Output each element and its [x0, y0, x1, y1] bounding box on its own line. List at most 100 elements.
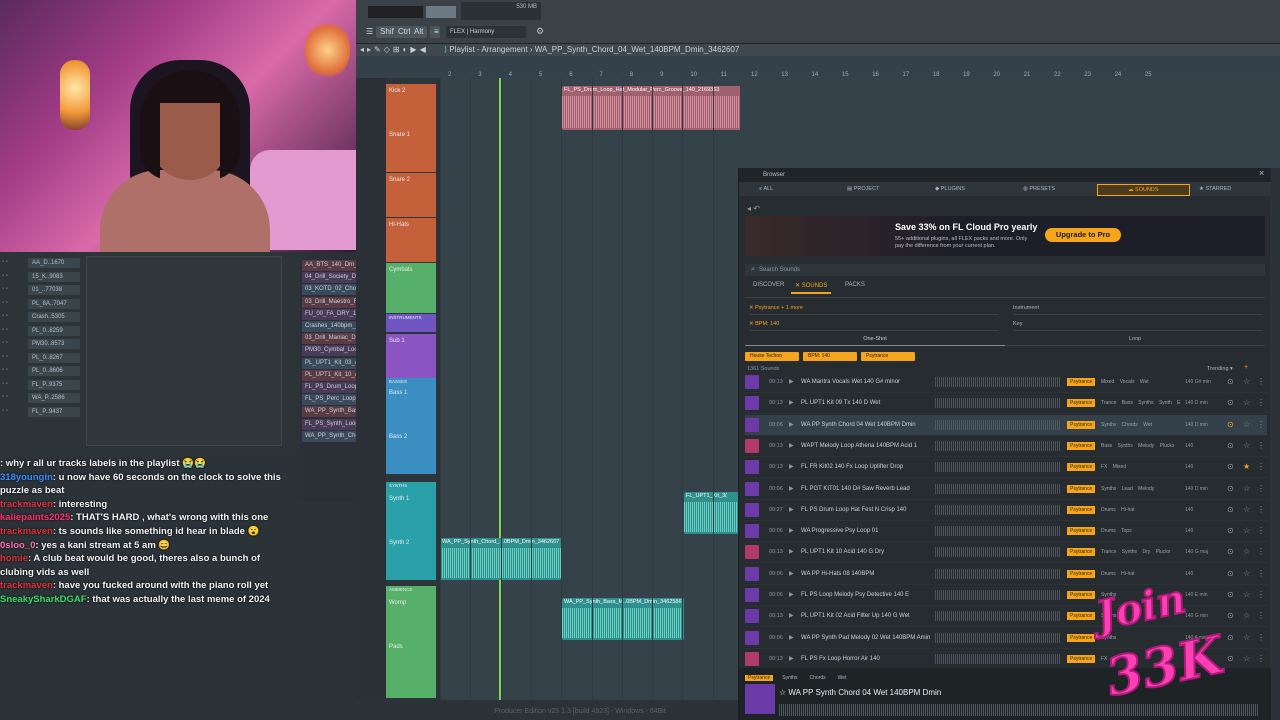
download-icon[interactable]: ⊙ [1227, 484, 1234, 493]
chat-username[interactable]: trackmaven [0, 580, 53, 591]
browser-tab[interactable]: ◍ PRESETS [1023, 184, 1055, 194]
track-header[interactable]: Synth 1 [386, 492, 436, 536]
sound-name[interactable]: WA Progressive Psy Loop 01 [801, 528, 878, 534]
player-tag[interactable]: Chords [807, 675, 829, 681]
mixer-insert[interactable]: FL_P..9437 [28, 406, 80, 417]
track-header[interactable]: Kick 2 [386, 84, 436, 128]
mixer-slot-icon[interactable]: ▫ ▫ [2, 354, 26, 362]
more-icon[interactable]: ⋮ [1257, 505, 1265, 514]
mixer-slot-icon[interactable]: ▫ ▫ [2, 327, 26, 335]
tab-discover[interactable]: DISCOVER [753, 282, 784, 288]
playlist-grid[interactable]: FL_PS_Drum_Loop_Hat_Modular_Perc_Groove_… [440, 78, 802, 700]
browser-tab[interactable]: ≡ ALL [759, 184, 773, 194]
download-icon[interactable]: ⊙ [1227, 377, 1234, 386]
menu-icon[interactable]: ≡ [430, 26, 440, 38]
instrument-filter[interactable]: Instrument [1013, 305, 1263, 315]
star-icon[interactable]: ☆ [1243, 377, 1250, 386]
star-icon[interactable]: ☆ [1243, 611, 1250, 620]
browser-tab[interactable]: ☁ SOUNDS [1097, 184, 1190, 196]
loop-toggle[interactable]: Loop [1005, 336, 1265, 346]
mixer-insert[interactable]: PL_8A..7047 [28, 298, 80, 309]
genre-tag[interactable]: Psytrance [1067, 463, 1096, 472]
sound-row[interactable]: 00:06 ▶ WA PP Hi-Hats 08 140BPM Psytrance Dr… [745, 564, 1267, 585]
player-tag[interactable]: Synths [779, 675, 800, 681]
sound-row[interactable]: 00:13 ▶ PL UPT1 Kit 09 Tx 140 D Wet Psytran… [745, 393, 1267, 415]
sound-name[interactable]: FL PS Drum Loop Hat Fest N Crisp 140 [801, 507, 906, 513]
sound-row[interactable]: 00:06 ▶ FL PGT KIT01 140 D# Saw Reverb Lea… [745, 479, 1267, 500]
play-icon[interactable]: ▶ [789, 591, 794, 598]
more-icon[interactable]: ⋮ [1257, 633, 1265, 642]
sound-name[interactable]: FL PGT KIT01 140 D# Saw Reverb Lead [801, 486, 910, 492]
sound-name[interactable]: PL UPT1 Kit 10 Acid 140 G Dry [801, 549, 884, 555]
mixer-insert[interactable]: PL_0..8259 [28, 325, 80, 336]
sound-name[interactable]: WA PP Synth Pad Melody 02 Wet 140BPM Ami… [801, 635, 930, 641]
close-icon[interactable]: × [1259, 168, 1264, 178]
track-header[interactable]: Snare 1 [386, 128, 436, 172]
more-icon[interactable]: ⋮ [1257, 611, 1265, 620]
mixer-insert[interactable]: FL_P..9375 [28, 379, 80, 390]
download-icon[interactable]: ⊙ [1227, 441, 1234, 450]
download-icon[interactable]: ⊙ [1227, 462, 1234, 471]
sound-name[interactable]: WA Mantra Vocals Wet 140 G# minor [801, 379, 900, 385]
play-icon[interactable]: ▶ [789, 612, 794, 619]
more-icon[interactable]: ⋮ [1257, 526, 1265, 535]
sound-name[interactable]: WAPT Melody Loop Athena 140BPM Acid 1 [801, 443, 917, 449]
sound-row[interactable]: 00:06 ▶ WA Progressive Psy Loop 01 Psytranc… [745, 521, 1267, 543]
player-tag[interactable]: Psytrance [745, 675, 774, 681]
download-icon[interactable]: ⊙ [1227, 633, 1234, 642]
browser-tab[interactable]: ★ STARRED [1199, 184, 1231, 194]
sound-name[interactable]: PL UPT1 Kit 09 Tx 140 D Wet [801, 400, 880, 406]
play-icon[interactable]: ▶ [789, 527, 794, 534]
download-icon[interactable]: ⊙ [1227, 420, 1234, 429]
genre-tag[interactable]: Psytrance [1067, 548, 1096, 557]
timeline-ruler[interactable]: 2 3 4 5 6 7 8 9 10 11 12 13 14 15 16 17 18 19 20 21 22 23 24 25 [356, 56, 1280, 78]
filter-pill[interactable]: Psytrance [861, 352, 915, 361]
playlist-tools[interactable]: ◂▸✎◇⊞◐▶◀ [356, 44, 440, 56]
more-icon[interactable]: ⋮ [1257, 569, 1265, 578]
play-icon[interactable]: ▶ [789, 399, 794, 406]
play-icon[interactable]: ▶ [789, 506, 794, 513]
sound-name[interactable]: FL PS Loop Melody Psy Detective 140 E [801, 592, 909, 598]
mixer-insert[interactable]: Crash..5305 [28, 312, 80, 322]
genre-tag[interactable]: Psytrance [1067, 420, 1096, 429]
download-icon[interactable]: ⊙ [1227, 654, 1234, 663]
more-icon[interactable]: ⋮ [1257, 377, 1265, 386]
star-icon[interactable]: ☆ [1243, 547, 1250, 556]
browser-tab[interactable]: ◆ PLUGINS [935, 184, 965, 194]
star-icon[interactable]: ☆ [1243, 633, 1250, 642]
genre-filter[interactable]: ✕ Psytrance + 1 more [749, 305, 999, 315]
star-icon[interactable]: ☆ [1243, 420, 1250, 429]
play-icon[interactable]: ▶ [789, 485, 794, 492]
master-volume-slider[interactable] [426, 6, 456, 18]
upgrade-button[interactable]: Upgrade to Pro [1045, 228, 1121, 242]
sound-row[interactable]: 00:13 ▶ WAPT Melody Loop Athena 140BPM Aci… [745, 436, 1267, 457]
track-header[interactable]: Sub 1 [386, 334, 436, 378]
genre-tag[interactable]: Psytrance [1067, 569, 1096, 578]
track-header[interactable]: Cymbals [386, 263, 436, 313]
mixer-insert[interactable]: WA_P..2586 [28, 393, 80, 403]
chat-username[interactable]: 0sloo_0 [0, 540, 35, 551]
more-icon[interactable]: ⋮ [1257, 398, 1265, 407]
play-icon[interactable]: ▶ [789, 548, 794, 555]
bpm-filter[interactable]: ✕ BPM: 140 [749, 321, 999, 331]
more-icon[interactable]: ⋮ [1257, 441, 1265, 450]
download-icon[interactable]: ⊙ [1227, 526, 1234, 535]
track-header[interactable]: INSTRUMENTS [386, 314, 436, 332]
add-icon[interactable]: + [1244, 364, 1248, 371]
mixer-slot-icon[interactable]: ▫ ▫ [2, 394, 26, 402]
download-icon[interactable]: ⊙ [1227, 569, 1234, 578]
mixer-slot-icon[interactable]: ▫ ▫ [2, 300, 26, 308]
track-header[interactable]: Synth 2 [386, 536, 436, 580]
sound-row[interactable]: 00:13 ▶ WA Mantra Vocals Wet 140 G# minor P… [745, 372, 1267, 393]
download-icon[interactable]: ⊙ [1227, 547, 1234, 556]
star-icon[interactable]: ☆ [1243, 484, 1250, 493]
mixer-slot-icon[interactable]: ▫ ▫ [2, 340, 26, 348]
browser-tab[interactable]: ▤ PROJECT [847, 184, 879, 194]
plugin-selector[interactable]: FLEX | Harmony [446, 26, 526, 38]
mixer-slot-icon[interactable]: ▫ ▫ [2, 286, 26, 294]
audio-clip[interactable]: WA_PP_Synth_Bass_M..0BPM_Dmin_3462586 [562, 598, 684, 640]
more-icon[interactable]: ⋮ [1257, 547, 1265, 556]
star-icon[interactable]: ☆ [1243, 590, 1250, 599]
mixer-slot-icon[interactable]: ▫ ▫ [2, 273, 26, 281]
search-input[interactable]: Search Sounds [745, 264, 1265, 276]
